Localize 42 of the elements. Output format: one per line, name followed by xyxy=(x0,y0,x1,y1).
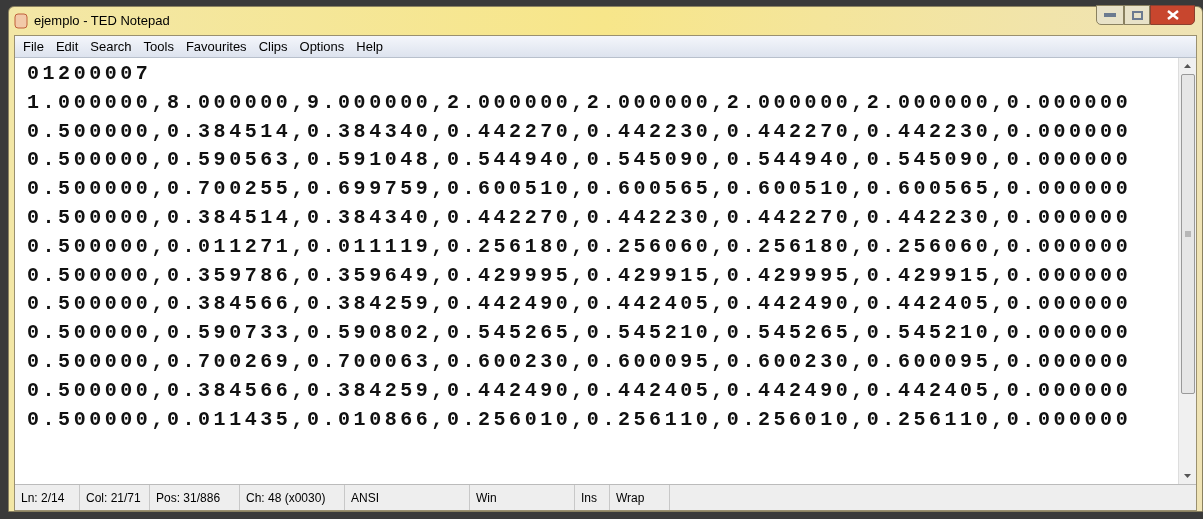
scroll-up-icon xyxy=(1184,64,1191,68)
close-button[interactable] xyxy=(1150,5,1195,25)
text-line: 0.500000,0.384514,0.384340,0.442270,0.442230,0.442270,0.442230,0.000000 xyxy=(27,205,1132,231)
status-text: Pos: 31/886 xyxy=(156,489,221,507)
status-text: Ins xyxy=(581,489,597,507)
notepad-icon xyxy=(14,13,28,29)
menu-item[interactable]: Clips xyxy=(252,36,294,57)
text-line: 0.500000,0.590563,0.591048,0.544940,0.545090,0.544940,0.545090,0.000000 xyxy=(27,147,1132,174)
menu-item[interactable]: Favourites xyxy=(179,36,253,57)
text-line: 1.000000,8.000000,9.000000,2.000000,2.000000,2.000000,2.000000,0.000000 xyxy=(27,89,1132,116)
menu-item[interactable]: Options xyxy=(293,36,351,57)
menu-item[interactable]: Tools xyxy=(137,36,180,57)
scrollbar-thumb[interactable] xyxy=(1180,74,1195,394)
grip-icon xyxy=(1184,231,1191,237)
vertical-scrollbar[interactable] xyxy=(1178,58,1196,484)
menu-item[interactable]: Help xyxy=(350,36,390,57)
text-line: 0.500000,0.700269,0.700063,0.600230,0.600095,0.600230,0.600095,0.000000 xyxy=(27,348,1132,375)
status-text: Ch: 48 (x0030) xyxy=(246,489,326,507)
minimize-icon xyxy=(1104,13,1116,17)
text-line: 0.500000,0.011435,0.010866,0.256010,0.256110,0.256010,0.256110,0.000000 xyxy=(27,406,1132,433)
text-line: 0.500000,0.384566,0.384259,0.442490,0.442405,0.442490,0.442405,0.000000 xyxy=(27,291,1132,318)
maximize-button[interactable] xyxy=(1124,5,1150,25)
text-line: 0.500000,0.011271,0.011119,0.256180,0.256060,0.256180,0.256060,0.000000 xyxy=(27,233,1132,260)
menu-item[interactable]: Search xyxy=(84,36,138,57)
status-text: Col: 21/71 xyxy=(86,489,141,507)
status-text: Wrap xyxy=(616,489,645,507)
status-text: ANSI xyxy=(351,489,379,507)
text-line: 0.500000,0.384514,0.384340,0.442270,0.442230,0.442270,0.442230,0.000000 xyxy=(27,118,1132,145)
window-title: ejemplo - TED Notepad xyxy=(34,12,170,31)
text-line: 0.500000,0.590733,0.590802,0.545265,0.545210,0.545265,0.545210,0.000000 xyxy=(27,320,1132,347)
text-line: 0.500000,0.384566,0.384259,0.442490,0.442405,0.442490,0.442405,0.000000 xyxy=(27,377,1132,404)
text-line: 0.500000,0.700255,0.699759,0.600510,0.600565,0.600510,0.600565,0.000000 xyxy=(27,176,1132,203)
status-text: Win xyxy=(476,489,497,507)
menu-item[interactable]: Edit xyxy=(49,36,85,57)
maximize-icon xyxy=(1131,10,1143,20)
text-line: 01200007 xyxy=(27,61,152,87)
minimize-button[interactable] xyxy=(1096,5,1124,25)
status-text: Ln: 2/14 xyxy=(21,489,65,507)
menu-item[interactable]: File xyxy=(17,36,50,57)
close-icon xyxy=(1166,10,1179,20)
scroll-down-icon xyxy=(1184,474,1191,478)
text-line: 0.500000,0.359786,0.359649,0.429995,0.429915,0.429995,0.429915,0.000000 xyxy=(27,262,1132,289)
